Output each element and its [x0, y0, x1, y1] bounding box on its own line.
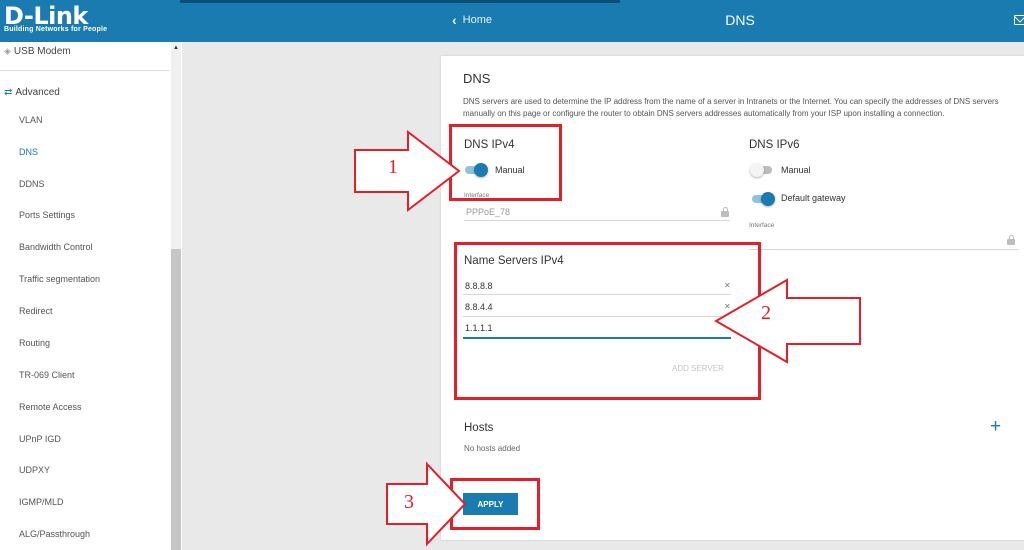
sidebar-item-ports-settings[interactable]: Ports Settings	[19, 210, 75, 220]
sidebar-item-dns[interactable]: DNS	[19, 147, 38, 157]
usb-icon: ◈	[4, 46, 11, 56]
chevron-left-icon: ‹	[452, 11, 457, 28]
swap-arrows-icon: ⇄	[4, 87, 13, 98]
sidebar-item-routing[interactable]: Routing	[19, 338, 50, 348]
sidebar-section-label: Advanced	[15, 87, 60, 98]
annotation-arrow-1	[354, 129, 461, 213]
hosts-title: Hosts	[464, 422, 494, 434]
sidebar-item-label: USB Modem	[13, 46, 71, 57]
lock-icon	[721, 207, 729, 217]
ipv6-default-gateway-toggle[interactable]	[752, 192, 775, 206]
sidebar-item-remote-access[interactable]: Remote Access	[19, 402, 82, 412]
dns-description: DNS servers are used to determine the IP…	[463, 97, 999, 118]
page-title: DNS	[725, 12, 755, 28]
hosts-empty-text: No hosts added	[464, 444, 521, 453]
ipv4-interface-field[interactable]: PPPoE_78	[466, 207, 510, 217]
annotation-number-3: 3	[404, 491, 414, 513]
annotation-box-1	[449, 124, 562, 201]
sidebar-item-alg-passthrough[interactable]: ALG/Passthrough	[19, 529, 90, 539]
toggle-knob	[750, 163, 764, 177]
ipv6-interface-label: Interface	[749, 222, 775, 229]
sidebar-scrollbar-thumb[interactable]	[171, 249, 181, 550]
annotation-arrow-3	[386, 461, 467, 547]
sidebar-item-udpxy[interactable]: UDPXY	[19, 465, 50, 475]
toggle-knob	[761, 192, 775, 206]
scroll-up-icon[interactable]: ▲	[173, 45, 179, 51]
home-link[interactable]: ‹ Home	[452, 11, 493, 28]
dns-ipv6-title: DNS IPv6	[749, 139, 800, 151]
sidebar-item-vlan[interactable]: VLAN	[19, 115, 43, 125]
sidebar-item-usb-modem[interactable]: ◈ USB Modem	[4, 46, 71, 57]
sidebar-item-bandwidth-control[interactable]: Bandwidth Control	[19, 242, 93, 252]
top-bar: D-Link Building Networks for People ‹ Ho…	[0, 0, 1024, 42]
sidebar-item-traffic-segmentation[interactable]: Traffic segmentation	[19, 274, 100, 284]
brand-tagline: Building Networks for People	[4, 26, 108, 33]
sidebar: ◈ USB Modem ⇄ Advanced VLAN DNS DDNS Por…	[0, 42, 182, 550]
add-host-plus-icon[interactable]: +	[990, 417, 1001, 436]
sidebar-section-advanced[interactable]: ⇄ Advanced	[4, 87, 60, 98]
annotation-arrow-2	[714, 278, 861, 364]
sidebar-item-igmp-mld[interactable]: IGMP/MLD	[19, 497, 64, 507]
sidebar-divider	[0, 70, 170, 71]
annotation-number-1: 1	[388, 156, 398, 178]
home-label: Home	[462, 14, 493, 26]
section-heading: DNS	[463, 71, 491, 86]
lock-icon	[1007, 235, 1015, 245]
ipv6-manual-toggle[interactable]	[750, 163, 772, 177]
sidebar-item-upnp-igd[interactable]: UPnP IGD	[19, 434, 61, 444]
sidebar-item-redirect[interactable]: Redirect	[19, 306, 53, 316]
ipv6-interface-underline	[749, 249, 1019, 250]
sidebar-item-tr069-client[interactable]: TR-069 Client	[19, 370, 75, 380]
sidebar-item-ddns[interactable]: DDNS	[19, 179, 45, 189]
mail-icon[interactable]	[1014, 15, 1024, 25]
dlink-logo[interactable]: D-Link Building Networks for People	[4, 3, 107, 33]
ipv6-default-gateway-label: Default gateway	[781, 193, 846, 203]
top-bar-strip	[180, 0, 620, 3]
ipv4-interface-underline	[464, 220, 730, 221]
ipv6-manual-label: Manual	[781, 165, 811, 175]
annotation-number-2: 2	[761, 302, 771, 324]
